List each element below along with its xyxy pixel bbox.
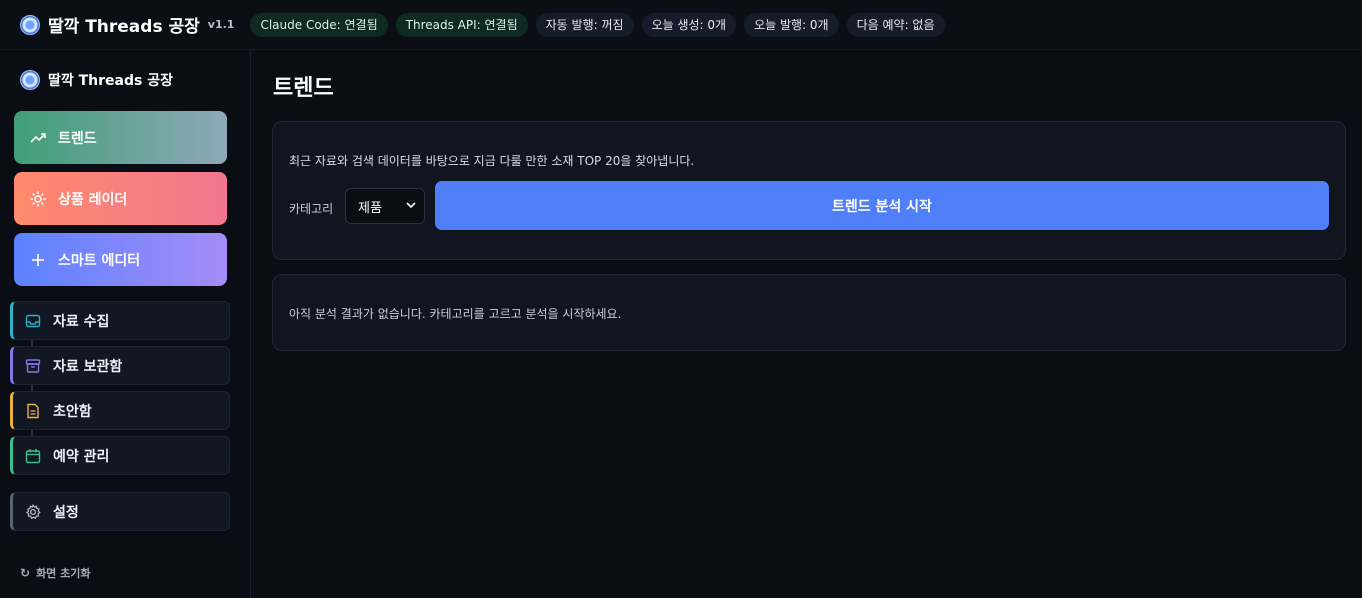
sidebar-brand: 딸깍 Threads 공장 bbox=[20, 70, 173, 90]
sidebar-item-label: 자료 수집 bbox=[53, 313, 110, 330]
reset-label: 화면 초기화 bbox=[36, 567, 91, 580]
gear-icon bbox=[25, 503, 41, 520]
category-selected-value: 제품 bbox=[358, 200, 382, 216]
refresh-icon: ↻ bbox=[20, 566, 31, 580]
empty-results-message: 아직 분석 결과가 없습니다. 카테고리를 고르고 분석을 시작하세요. bbox=[289, 307, 622, 321]
trend-description: 최근 자료와 검색 데이터를 바탕으로 지금 다룰 만한 소재 TOP 20을 … bbox=[289, 154, 695, 168]
sidebar-item-schedule[interactable]: 예약 관리 bbox=[10, 436, 230, 475]
sidebar-item-label: 스마트 에디터 bbox=[58, 252, 141, 269]
next-schedule-badge: 다음 예약: 없음 bbox=[846, 12, 945, 37]
start-trend-analysis-button[interactable]: 트렌드 분석 시작 bbox=[435, 181, 1329, 230]
results-card: 아직 분석 결과가 없습니다. 카테고리를 고르고 분석을 시작하세요. bbox=[272, 274, 1346, 351]
sidebar-item-product-radar[interactable]: 상품 레이더 bbox=[14, 172, 227, 225]
today-published-badge: 오늘 발행: 0개 bbox=[744, 12, 839, 37]
top-bar: 딸깍 Threads 공장 v1.1 Claude Code: 연결됨 Thre… bbox=[0, 0, 1362, 50]
sidebar-item-collect[interactable]: 자료 수집 bbox=[10, 301, 230, 340]
sidebar-item-settings[interactable]: 설정 bbox=[10, 492, 230, 531]
plus-icon bbox=[30, 252, 46, 268]
document-icon bbox=[25, 403, 41, 419]
trending-up-icon bbox=[30, 130, 46, 146]
trend-analysis-card: 최근 자료와 검색 데이터를 바탕으로 지금 다룰 만한 소재 TOP 20을 … bbox=[272, 121, 1346, 260]
reset-screen-button[interactable]: ↻ 화면 초기화 bbox=[20, 565, 91, 581]
app-title: 딸깍 Threads 공장 bbox=[48, 17, 200, 37]
main-content: 트렌드 최근 자료와 검색 데이터를 바탕으로 지금 다룰 만한 소재 TOP … bbox=[252, 50, 1362, 598]
page-title: 트렌드 bbox=[273, 76, 334, 101]
chevron-down-icon bbox=[406, 201, 416, 212]
sidebar-item-label: 상품 레이더 bbox=[58, 191, 128, 208]
sidebar-item-label: 예약 관리 bbox=[53, 448, 110, 465]
category-select[interactable]: 제품 bbox=[345, 188, 425, 224]
sidebar-item-smart-editor[interactable]: 스마트 에디터 bbox=[14, 233, 227, 286]
brand-logo-icon bbox=[20, 70, 40, 90]
app-version: v1.1 bbox=[207, 18, 235, 31]
sidebar-item-archive[interactable]: 자료 보관함 bbox=[10, 346, 230, 385]
claude-status-badge: Claude Code: 연결됨 bbox=[250, 12, 388, 37]
sidebar-item-drafts[interactable]: 초안함 bbox=[10, 391, 230, 430]
sidebar-item-label: 자료 보관함 bbox=[53, 358, 123, 375]
category-label: 카테고리 bbox=[289, 202, 334, 216]
sidebar-item-label: 초안함 bbox=[53, 403, 92, 420]
sidebar-item-label: 트렌드 bbox=[58, 130, 97, 147]
archive-icon bbox=[25, 358, 41, 374]
threads-api-status-badge: Threads API: 연결됨 bbox=[395, 12, 528, 37]
auto-publish-badge: 자동 발행: 꺼짐 bbox=[535, 12, 634, 37]
sidebar-brand-title: 딸깍 Threads 공장 bbox=[48, 73, 173, 89]
sun-icon bbox=[30, 191, 46, 207]
inbox-icon bbox=[25, 313, 41, 329]
sidebar-item-trend[interactable]: 트렌드 bbox=[14, 111, 227, 164]
today-created-badge: 오늘 생성: 0개 bbox=[641, 12, 737, 37]
status-pills: Claude Code: 연결됨 Threads API: 연결됨 자동 발행:… bbox=[250, 12, 945, 37]
app-logo-icon bbox=[20, 14, 40, 35]
calendar-icon bbox=[25, 448, 41, 464]
sidebar: 딸깍 Threads 공장 트렌드 상품 레이더 스마트 에디터 자료 수집 자… bbox=[0, 50, 251, 598]
sidebar-item-label: 설정 bbox=[53, 504, 79, 521]
